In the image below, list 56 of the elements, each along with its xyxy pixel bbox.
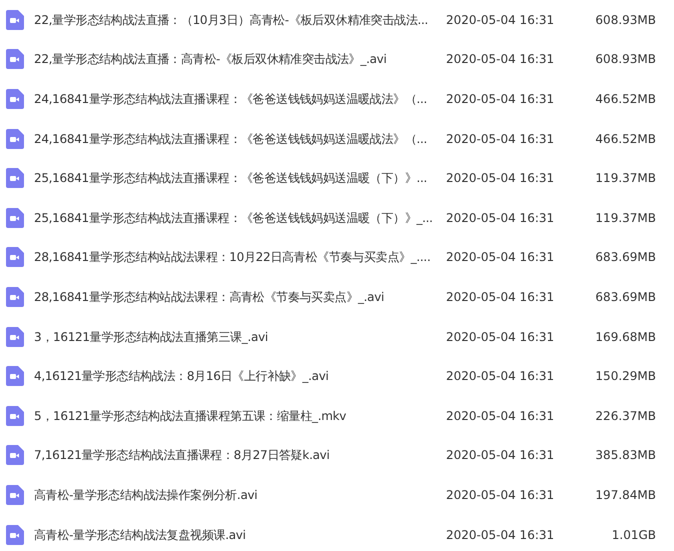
file-size: 466.52MB [594,130,656,148]
file-name[interactable]: 28,16841量学形态结构站战法课程：10月22日高青松《节奏与买卖点》_.... [34,248,446,266]
video-file-icon [6,10,24,30]
file-name[interactable]: 4,16121量学形态结构战法：8月16日《上行补缺》_.avi [34,367,446,386]
file-name[interactable]: 22,量学形态结构战法直播：（10月3日）高青松-《板后双休精准突击战法... [34,10,446,29]
file-size: 119.37MB [594,210,656,227]
file-name[interactable]: 3，16121量学形态结构战法直播第三课_.avi [34,328,446,346]
video-file-icon [6,406,24,426]
file-date: 2020-05-04 16:31 [446,130,556,148]
file-name[interactable]: 高青松-量学形态结构战法复盘视频课.avi [34,526,446,544]
file-name[interactable]: 25,16841量学形态结构战法直播课程：《爸爸送钱钱妈妈送温暖（下）》... [34,169,446,188]
video-file-icon [6,484,24,505]
file-size: 150.29MB [594,368,656,386]
video-file-icon [6,286,24,307]
file-name[interactable]: 22,量学形态结构战法直播：高青松-《板后双休精准突击战法》_.avi [34,50,446,68]
file-date: 2020-05-04 16:31 [446,368,556,386]
file-name[interactable]: 24,16841量学形态结构战法直播课程：《爸爸送钱钱妈妈送温暖战法》（... [34,130,446,148]
file-date: 2020-05-04 16:31 [446,288,556,306]
file-size: 608.93MB [594,12,656,29]
file-date: 2020-05-04 16:31 [446,210,556,227]
file-name[interactable]: 7,16121量学形态结构战法直播课程：8月27日答疑k.avi [34,446,446,464]
video-file-icon [6,208,24,228]
file-date: 2020-05-04 16:31 [446,408,556,425]
file-name[interactable]: 5，16121量学形态结构战法直播课程第五课：缩量柱_.mkv [34,406,446,425]
file-date: 2020-05-04 16:31 [446,328,556,346]
file-name[interactable]: 24,16841量学形态结构战法直播课程：《爸爸送钱钱妈妈送温暖战法》（... [34,90,446,108]
file-size: 385.83MB [594,447,656,464]
file-date: 2020-05-04 16:31 [446,526,556,544]
file-size: 197.84MB [594,486,656,504]
file-size: 683.69MB [594,249,656,266]
video-file-icon [6,88,24,109]
file-date: 2020-05-04 16:31 [446,486,556,504]
file-size: 119.37MB [594,170,656,188]
file-date: 2020-05-04 16:31 [446,447,556,464]
video-file-icon [6,128,24,149]
video-file-icon [6,366,24,386]
video-file-icon [6,168,24,188]
file-size: 608.93MB [594,51,656,68]
video-file-icon [6,247,24,268]
file-name[interactable]: 高青松-量学形态结构战法操作案例分析.avi [34,486,446,504]
file-date: 2020-05-04 16:31 [446,51,556,68]
file-name[interactable]: 28,16841量学形态结构站战法课程：高青松《节奏与买卖点》_.avi [34,288,446,306]
file-size: 169.68MB [594,328,656,346]
file-date: 2020-05-04 16:31 [446,90,556,108]
video-file-icon [6,445,24,466]
file-size: 226.37MB [594,408,656,425]
file-size: 683.69MB [594,288,656,306]
file-size: 466.52MB [594,90,656,108]
file-date: 2020-05-04 16:31 [446,12,556,29]
file-date: 2020-05-04 16:31 [446,249,556,266]
video-file-icon [6,524,24,545]
file-name[interactable]: 25,16841量学形态结构战法直播课程：《爸爸送钱钱妈妈送温暖（下）》_... [34,208,446,227]
video-file-icon [6,326,24,347]
video-file-icon [6,49,24,70]
file-date: 2020-05-04 16:31 [446,170,556,188]
file-size: 1.01GB [610,526,656,544]
